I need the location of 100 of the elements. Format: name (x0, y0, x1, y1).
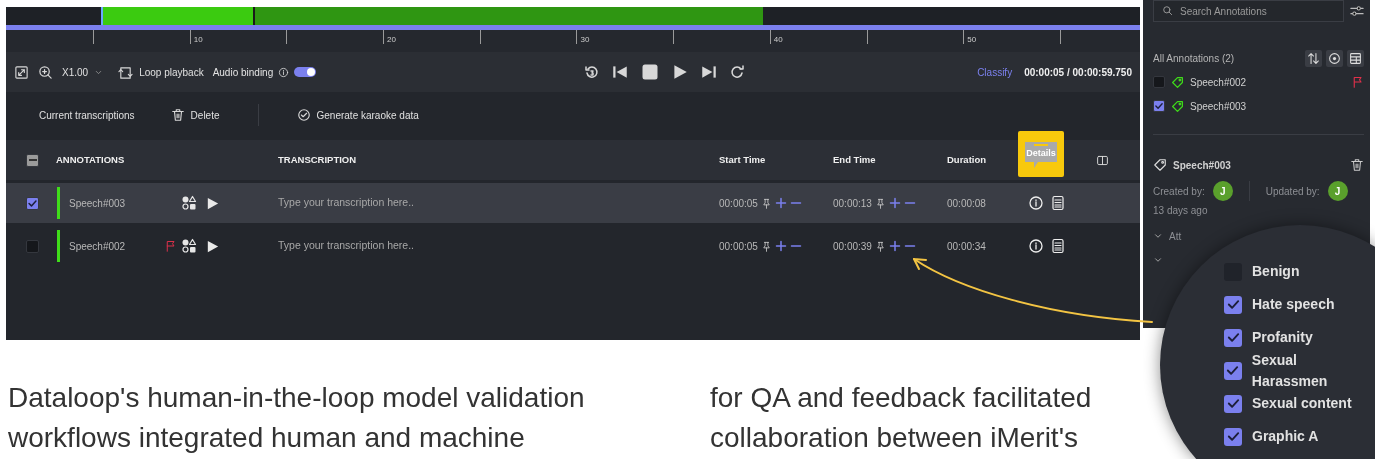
select-all-checkbox[interactable] (26, 153, 39, 167)
flag-icon[interactable] (165, 240, 177, 252)
category-label: Profanity (1252, 328, 1313, 347)
plus-icon[interactable] (774, 240, 787, 252)
list-checkbox[interactable] (1153, 100, 1165, 112)
column-header: End Time (833, 153, 876, 165)
list-checkbox[interactable] (1153, 76, 1165, 88)
label-color-bar (57, 230, 60, 262)
category-checkbox[interactable] (1224, 295, 1242, 314)
chevron-icon[interactable] (1153, 231, 1163, 241)
category-label: Sexual Harassmen (1251, 350, 1329, 391)
filter-icon[interactable] (1350, 4, 1364, 18)
duration-text: 00:00:08 (947, 196, 986, 211)
column-header: Start Time (719, 153, 766, 165)
info-icon (278, 66, 290, 78)
sort-button[interactable] (1305, 49, 1322, 67)
play-icon[interactable] (205, 238, 220, 254)
user-avatar: J (1212, 181, 1233, 201)
tick-label: 40 (772, 36, 783, 44)
flag-icon[interactable] (1352, 76, 1364, 88)
trash-icon (170, 108, 185, 122)
annotation-list-item[interactable]: Speech#003 (1153, 94, 1364, 118)
pin-icon[interactable] (874, 240, 886, 252)
forward-icon[interactable] (729, 64, 745, 80)
play-icon[interactable] (671, 63, 689, 81)
annotation-name: Speech#003 (1190, 99, 1247, 114)
chevron-icon[interactable] (1153, 255, 1163, 265)
duration-text: 00:00:34 (947, 239, 986, 254)
created-time: 13 days ago (1153, 204, 1208, 218)
loop-icon (118, 64, 134, 80)
zoom-dropdown[interactable]: X1.00 (62, 64, 104, 80)
columns-icon[interactable] (1096, 153, 1109, 167)
category-label: Benign (1252, 262, 1300, 281)
annotation-list-item[interactable]: Speech#002 (1153, 70, 1364, 94)
tick-label: 10 (192, 36, 203, 44)
annotation-name: Speech#002 (1190, 75, 1247, 90)
time-text: 00:00:05 (719, 239, 758, 254)
fit-icon[interactable] (14, 64, 29, 80)
updated-by-label: Updated by: (1265, 184, 1320, 199)
category-checkbox[interactable] (1224, 427, 1242, 446)
annotation-name: Speech#003 (69, 196, 127, 211)
trash-icon[interactable] (1350, 158, 1364, 172)
pin-icon[interactable] (874, 197, 886, 209)
checkmark-icon (1225, 297, 1241, 312)
shapes-icon[interactable] (181, 238, 197, 254)
transcription-input[interactable]: Type your transcription here.. (272, 195, 572, 211)
search-field[interactable]: Search Annotations (1153, 0, 1344, 22)
generate-karaoke-button[interactable]: Generate karaoke data (288, 103, 427, 127)
pin-icon[interactable] (760, 240, 772, 252)
row-checkbox[interactable] (26, 196, 39, 210)
table-button[interactable] (1347, 49, 1364, 67)
category-checkbox[interactable] (1224, 394, 1242, 413)
time-text: 00:00:13 (833, 196, 872, 211)
all-annotations-label: All Annotations (2) (1153, 51, 1235, 66)
body-paragraph: Dataloop's human-in-the-loop model validation workflows integrated human and machine (8, 381, 586, 455)
skip-forward-icon[interactable] (700, 63, 718, 81)
target-button[interactable] (1326, 49, 1343, 67)
transcription-input[interactable]: Type your transcription here.. (272, 238, 572, 254)
category-label: Hate speech (1252, 295, 1335, 314)
pin-icon[interactable] (760, 197, 772, 209)
document-icon[interactable] (1050, 238, 1066, 254)
category-label: Graphic A (1252, 427, 1319, 446)
play-icon[interactable] (205, 195, 220, 211)
skip-back-icon[interactable] (611, 63, 629, 81)
delete-button[interactable]: Delete (162, 103, 228, 127)
classify-link[interactable]: Classify (977, 64, 1013, 80)
audio-binding-toggle[interactable] (294, 67, 317, 77)
check-circle-icon (296, 108, 311, 122)
info-icon[interactable] (1028, 238, 1044, 254)
category-checkbox[interactable] (1224, 361, 1242, 380)
stop-icon[interactable] (640, 62, 660, 82)
current-transcriptions-tab[interactable]: Current transcriptions (31, 103, 143, 127)
plus-icon[interactable] (774, 197, 787, 209)
plus-icon[interactable] (888, 240, 901, 252)
column-header: Duration (947, 153, 987, 165)
user-avatar: J (1327, 181, 1348, 201)
cursor-line (101, 7, 103, 25)
replay-icon[interactable] (584, 64, 600, 80)
tag-icon (1153, 158, 1167, 172)
category-label: Sexual content (1252, 394, 1352, 413)
search-icon (1162, 5, 1173, 16)
annotation-row[interactable]: Speech#002 Type your transcription here.. 00:00:05 00:00:39 00:00:34 (6, 226, 1140, 266)
info-icon[interactable] (1028, 195, 1044, 211)
tick-label: 20 (386, 36, 396, 44)
checkmark-icon (1225, 396, 1241, 411)
zoom-in-icon[interactable] (38, 64, 53, 80)
plus-icon[interactable] (888, 197, 901, 209)
speech-bubble-icon (1024, 141, 1058, 169)
loop-playback-button[interactable]: Loop playback (112, 64, 204, 80)
annotation-name: Speech#002 (69, 239, 127, 254)
shapes-icon[interactable] (181, 195, 197, 211)
body-paragraph: for QA and feedback facilitated collaboration between iMerit's (710, 381, 1093, 455)
time-text: 00:00:39 (833, 239, 872, 254)
row-checkbox[interactable] (26, 239, 39, 253)
annotation-row[interactable]: Speech#003 Type your transcription here.. 00:00:05 00:00:13 00:00:08 (6, 183, 1140, 223)
column-header: Details (1026, 147, 1056, 161)
section-header[interactable]: Att (1169, 228, 1182, 244)
annotation-title: Speech#003 (1173, 158, 1231, 173)
document-icon[interactable] (1050, 195, 1066, 211)
category-checkbox[interactable] (1224, 328, 1242, 347)
